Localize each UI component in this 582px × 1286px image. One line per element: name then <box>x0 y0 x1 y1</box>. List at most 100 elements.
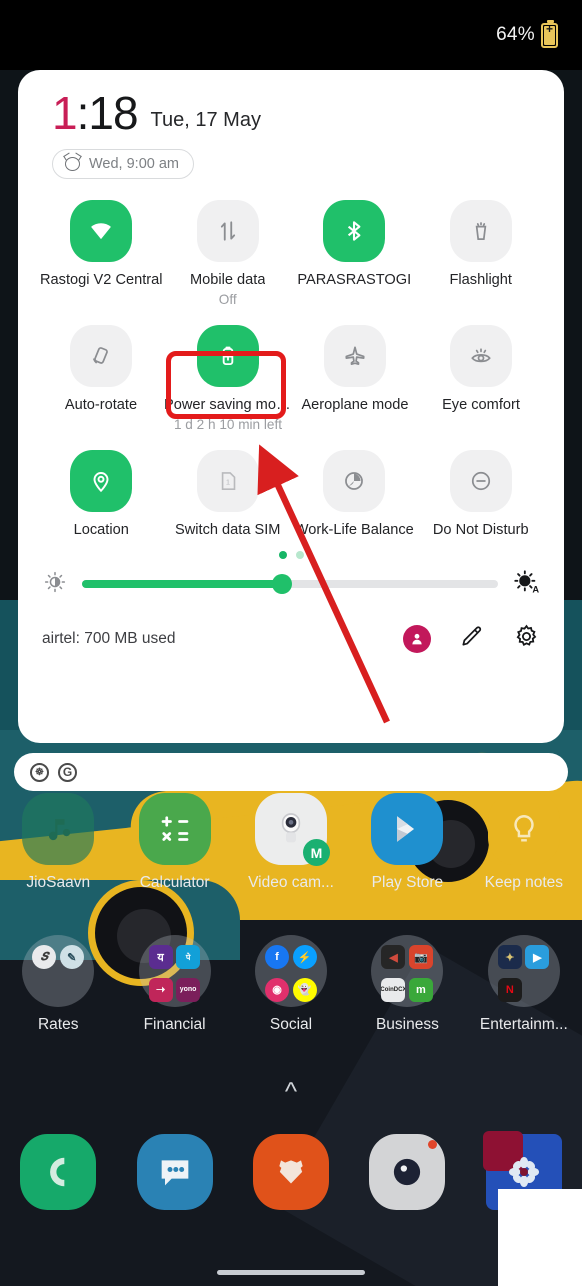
toggle-sublabel: Off <box>218 291 237 307</box>
app-video-camera[interactable]: M Video cam... <box>233 793 349 892</box>
folder-entertainment[interactable]: ✦ ▶ N Entertainm... <box>466 935 582 1034</box>
quick-settings-row-3: Location 1 Switch data SIM Work-Life Bal… <box>38 449 545 538</box>
svg-text:1: 1 <box>226 477 230 486</box>
folder-label: Financial <box>143 1016 206 1033</box>
toggle-mobile-data[interactable]: Mobile data Off <box>165 199 292 307</box>
dock-item-brave-browser[interactable] <box>233 1134 349 1210</box>
brightness-low-icon <box>42 569 68 600</box>
folder-social[interactable]: f ⚡ ◉ 👻 Social <box>233 935 349 1034</box>
user-icon[interactable] <box>403 624 431 653</box>
clock-minutes: :18 <box>76 87 139 139</box>
dock-item-phone[interactable] <box>0 1134 116 1210</box>
app-label: Play Store <box>371 874 444 891</box>
toggle-label: Flashlight <box>449 271 512 288</box>
toggle-location[interactable]: Location <box>38 449 165 538</box>
data-usage-label: airtel: 700 MB used <box>42 629 176 647</box>
mobile-data-icon <box>196 199 259 262</box>
toggle-label: Location <box>73 521 129 538</box>
lightbulb-icon <box>487 793 560 865</box>
play-store-icon <box>371 793 444 865</box>
toggle-auto-rotate[interactable]: Auto-rotate <box>38 324 164 432</box>
toggle-label: Power saving mode <box>164 396 292 413</box>
quick-settings-row-2: Auto-rotate Power saving mode 1 d 2 h 10… <box>38 324 544 432</box>
gear-icon[interactable] <box>513 623 540 655</box>
folder-preview: ✦ ▶ N <box>487 935 560 1007</box>
status-bar: 64% <box>0 0 582 70</box>
brightness-slider[interactable] <box>82 574 498 595</box>
folder-preview: य पे ➝ yono <box>138 935 211 1007</box>
app-jiosaavn[interactable]: JioSaavn <box>0 793 116 892</box>
toggle-label: Auto-rotate <box>64 396 138 413</box>
toggle-aeroplane-mode[interactable]: Aeroplane mode <box>292 324 418 432</box>
dock-item-camera[interactable] <box>349 1134 465 1210</box>
folder-label: Rates <box>37 1016 79 1033</box>
svg-text:A: A <box>532 584 539 594</box>
pencil-icon[interactable] <box>459 623 485 654</box>
dock-item-messages[interactable] <box>116 1134 232 1210</box>
alarm-chip[interactable]: Wed, 9:00 am <box>52 148 195 179</box>
toggle-eye-comfort[interactable]: Eye comfort <box>418 324 544 432</box>
pager-dot-active[interactable] <box>278 550 287 559</box>
quick-settings-pager <box>38 550 544 559</box>
music-note-icon <box>22 793 95 865</box>
folder-label: Social <box>269 1016 313 1033</box>
auto-brightness-icon[interactable]: A <box>512 568 540 601</box>
app-calculator[interactable]: Calculator <box>116 793 232 892</box>
toggle-wifi[interactable]: Rastogi V2 Central <box>38 199 165 307</box>
toggle-power-saving-mode[interactable]: Power saving mode 1 d 2 h 10 min left <box>164 324 292 432</box>
app-label: Video cam... <box>248 874 334 891</box>
location-pin-icon <box>70 449 133 512</box>
home-folder-row: 𝑺 ✎ Rates य पे ➝ yono Financial f ⚡ ◉ 👻 … <box>0 935 582 1034</box>
toggle-label: Work-Life Balance <box>294 521 414 538</box>
quick-settings-footer: airtel: 700 MB used <box>38 623 544 655</box>
airplane-icon <box>324 324 386 387</box>
chevron-up-icon[interactable]: ^ <box>0 1078 582 1104</box>
petal-search-icon[interactable]: ☸ <box>30 762 49 782</box>
clock-row: 1:18 Tue, 17 May <box>38 90 544 136</box>
folder-preview: 𝑺 ✎ <box>22 935 95 1007</box>
toggle-bluetooth[interactable]: PARASRASTOGI <box>291 199 418 307</box>
toggle-sublabel: 1 d 2 h 10 min left <box>173 416 283 432</box>
quick-settings-panel: 1:18 Tue, 17 May Wed, 9:00 am Rastogi V2… <box>18 70 564 743</box>
app-label: JioSaavn <box>26 874 91 891</box>
quick-settings-actions <box>403 623 540 655</box>
folder-preview: f ⚡ ◉ 👻 <box>255 935 328 1007</box>
folder-rates[interactable]: 𝑺 ✎ Rates <box>0 935 116 1034</box>
toggle-label: PARASRASTOGI <box>297 271 412 288</box>
home-dock <box>0 1131 582 1210</box>
quick-settings-row-1: Rastogi V2 Central Mobile data Off PARAS… <box>38 199 545 307</box>
clock-hour: 1 <box>52 87 78 139</box>
pager-dot[interactable] <box>295 550 304 559</box>
eye-comfort-icon <box>450 324 512 387</box>
white-overlay-block <box>498 1189 582 1286</box>
toggle-switch-data-sim[interactable]: 1 Switch data SIM <box>165 449 292 538</box>
message-bubble-icon <box>136 1134 213 1210</box>
toggle-flashlight[interactable]: Flashlight <box>418 199 545 307</box>
home-app-row: JioSaavn Calculator M Video cam... Play … <box>0 793 582 892</box>
home-indicator[interactable] <box>217 1270 365 1275</box>
toggle-label: Switch data SIM <box>175 521 281 538</box>
toggle-label: Do Not Disturb <box>432 521 529 538</box>
app-label: Keep notes <box>484 874 564 891</box>
google-icon[interactable]: G <box>58 762 77 782</box>
folder-business[interactable]: ◀ 📷 CoinDCX m Business <box>349 935 465 1034</box>
folder-financial[interactable]: य पे ➝ yono Financial <box>116 935 232 1034</box>
home-search-bar[interactable]: ☸ G <box>14 753 568 791</box>
alarm-label: Wed, 9:00 am <box>89 155 180 172</box>
brightness-slider-thumb[interactable] <box>271 574 292 595</box>
app-keep-notes[interactable]: Keep notes <box>466 793 582 892</box>
app-play-store[interactable]: Play Store <box>349 793 465 892</box>
phone-icon <box>20 1134 97 1210</box>
battery-saver-icon <box>197 324 259 387</box>
toggle-do-not-disturb[interactable]: Do Not Disturb <box>418 449 545 538</box>
toggle-work-life-balance[interactable]: Work-Life Balance <box>291 449 418 538</box>
camera-icon <box>369 1134 446 1210</box>
do-not-disturb-icon <box>449 449 512 512</box>
app-label: Calculator <box>139 874 210 891</box>
clock-date: Tue, 17 May <box>150 108 261 131</box>
battery-saver-icon <box>541 19 558 48</box>
calculator-icon <box>138 793 211 865</box>
folder-label: Business <box>375 1016 439 1033</box>
video-camera-icon: M <box>255 793 331 866</box>
clock-time[interactable]: 1:18 <box>52 90 139 136</box>
